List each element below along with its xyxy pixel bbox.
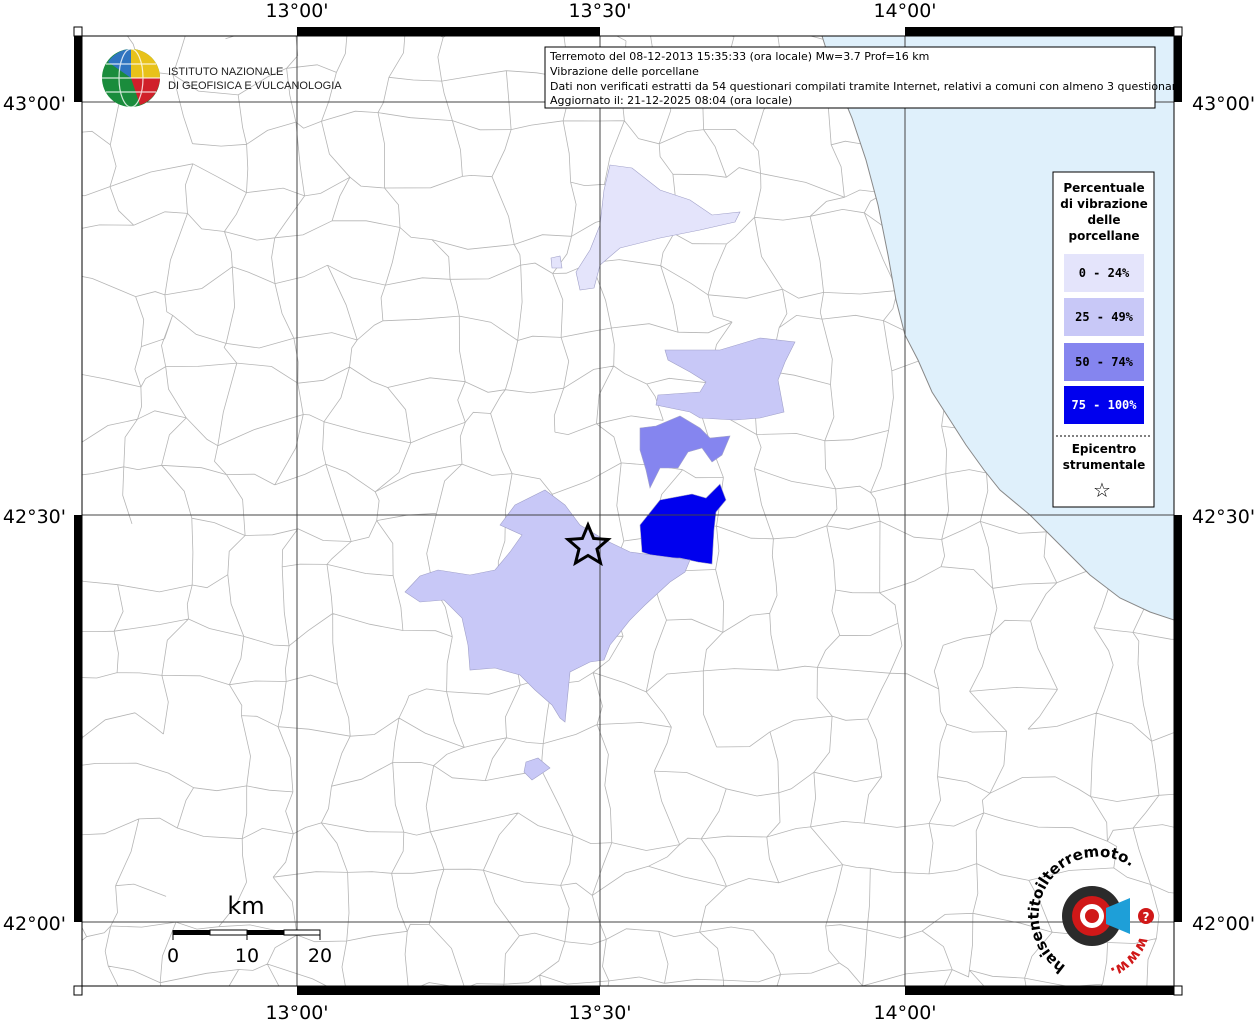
lon-label-top-1: 13°00' [265, 0, 328, 22]
legend-title-line4: porcellane [1068, 229, 1139, 243]
lon-label-bottom-2: 13°30' [568, 1002, 631, 1024]
scale-tick-0: 0 [167, 945, 179, 967]
legend: Percentuale di vibrazione delle porcella… [1052, 171, 1155, 508]
info-event: Terremoto del 08-12-2013 15:35:33 (ora l… [549, 50, 929, 63]
legend-title-line1: Percentuale [1063, 181, 1144, 195]
lon-label-bottom-3: 14°00' [873, 1002, 936, 1024]
ingv-name-line2: DI GEOFISICA E VULCANOLOGIA [168, 80, 342, 92]
legend-label-0: 0 - 24% [1079, 266, 1130, 280]
info-updated: Aggiornato il: 21-12-2025 08:04 (ora loc… [550, 94, 792, 107]
legend-epicenter-line2: strumentale [1063, 458, 1146, 472]
lon-label-top-3: 14°00' [873, 0, 936, 22]
lat-label-right-2: 42°30' [1192, 506, 1255, 528]
legend-title-line3: delle [1087, 213, 1120, 227]
svg-text:?: ? [1143, 910, 1150, 924]
info-box: Terremoto del 08-12-2013 15:35:33 (ora l… [544, 46, 1183, 109]
legend-label-1: 25 - 49% [1075, 310, 1134, 324]
lon-label-top-2: 13°30' [568, 0, 631, 22]
lat-label-right-1: 43°00' [1192, 93, 1255, 115]
legend-epicenter-line1: Epicentro [1072, 442, 1137, 456]
info-data-note: Dati non verificati estratti da 54 quest… [550, 80, 1183, 93]
lat-label-right-3: 42°00' [1192, 913, 1255, 935]
scale-tick-10: 10 [235, 945, 259, 967]
legend-label-2: 50 - 74% [1075, 355, 1134, 369]
legend-star-icon: ☆ [1093, 478, 1111, 502]
lat-label-left-3: 42°00' [3, 913, 66, 935]
info-parameter: Vibrazione delle porcellane [550, 65, 699, 78]
map-canvas: 13°00' 13°30' 14°00' 13°00' 13°30' 14°00… [0, 0, 1255, 1024]
municipality-0-24-small [550, 255, 563, 269]
lat-label-left-2: 42°30' [3, 506, 66, 528]
legend-label-3: 75 - 100% [1071, 398, 1137, 412]
lon-label-bottom-1: 13°00' [265, 1002, 328, 1024]
scale-unit: km [227, 892, 264, 920]
legend-title-line2: di vibrazione [1060, 197, 1147, 211]
scale-tick-20: 20 [308, 945, 332, 967]
ingv-name-line1: ISTITUTO NAZIONALE [168, 66, 283, 78]
lat-label-left-1: 43°00' [3, 93, 66, 115]
